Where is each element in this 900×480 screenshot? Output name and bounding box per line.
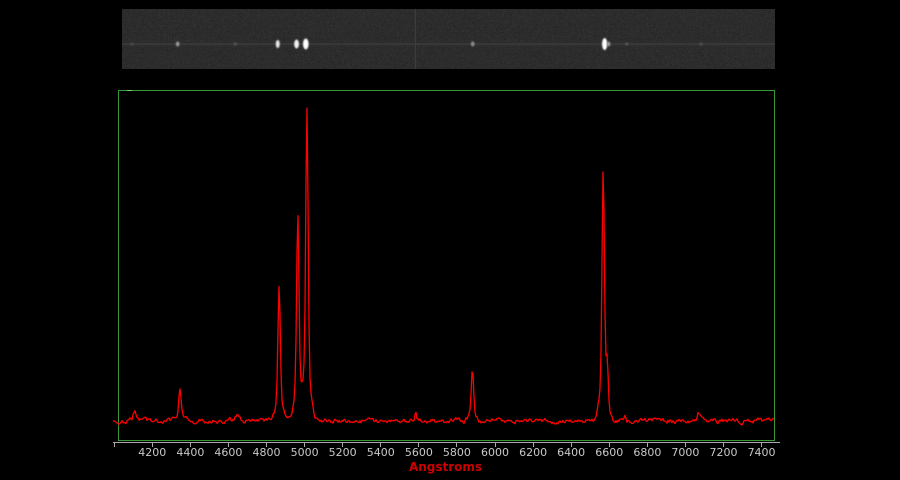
x-tick	[114, 442, 115, 447]
h-delta-knot	[130, 43, 133, 46]
plot-border-marker	[127, 90, 132, 91]
spectrum-line	[113, 108, 774, 425]
oiii-5007-knot	[303, 39, 309, 50]
hei-7065-knot	[700, 43, 703, 46]
strip-noise-texture	[122, 9, 775, 69]
spectrum-2d-image	[122, 9, 775, 69]
app-window: 4200440046004800500052005400560058006000…	[0, 0, 900, 480]
hei-5876-knot	[471, 42, 475, 47]
oiii-4959-knot	[294, 40, 299, 49]
h-beta-knot	[276, 40, 280, 48]
nii-6584-knot	[607, 42, 610, 47]
oi-5577-sky-column	[415, 9, 416, 69]
hei-6678-knot	[625, 43, 628, 46]
x-axis-title: Angstroms	[118, 460, 773, 474]
spectrum-plot-area[interactable]	[118, 90, 775, 441]
h-alpha-knot	[602, 38, 607, 50]
h-gamma-knot	[176, 42, 180, 47]
spectrum-2d-strip	[122, 9, 775, 69]
continuum-line	[122, 43, 775, 44]
spectrum-1d-trace	[113, 91, 774, 440]
x-tick-label: 7400	[740, 446, 784, 459]
x-axis-line	[113, 442, 780, 443]
faint-4640-knot	[234, 43, 237, 46]
